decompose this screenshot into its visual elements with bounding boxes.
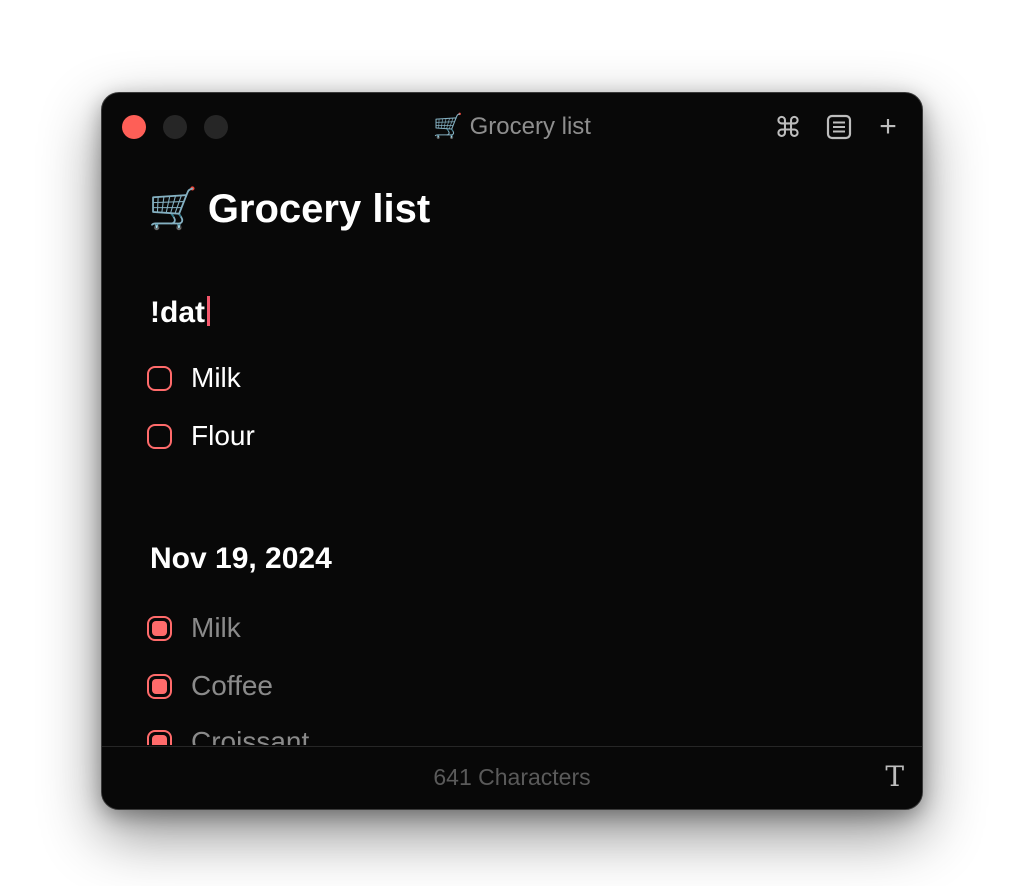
task-item: Coffee (147, 669, 273, 703)
document-title-text: Grocery list (207, 187, 431, 231)
task-label[interactable]: Flour (191, 419, 255, 453)
shopping-cart-icon: 🛒 (148, 186, 198, 232)
section-heading-draft[interactable]: !dat (150, 295, 210, 331)
text-caret (207, 296, 210, 326)
task-item: Flour (147, 419, 255, 453)
title-bar: 🛒 Grocery list ⌘ + (102, 93, 922, 159)
section-heading-date[interactable]: Nov 19, 2024 (150, 541, 332, 577)
status-bar: 641 Characters T (102, 746, 922, 809)
task-item: Milk (147, 611, 241, 645)
add-note-button[interactable]: + (872, 110, 904, 143)
task-label[interactable]: Coffee (191, 669, 273, 703)
list-icon[interactable] (823, 111, 855, 143)
task-checkbox-checked[interactable] (147, 615, 172, 641)
task-item: Croissant (147, 725, 309, 745)
character-count: 641 Characters (433, 764, 591, 790)
task-checkbox-checked[interactable] (147, 729, 172, 745)
command-icon[interactable]: ⌘ (772, 111, 804, 144)
task-checkbox-checked[interactable] (147, 673, 172, 699)
note-editor[interactable]: 🛒 Grocery list !dat Milk Flour Nov 19, 20… (102, 159, 922, 745)
text-format-icon[interactable]: T (885, 761, 904, 793)
task-label[interactable]: Milk (191, 361, 241, 395)
task-checkbox[interactable] (147, 423, 172, 449)
note-window: 🛒 Grocery list ⌘ + 🛒 Grocery list !dat Mi… (101, 92, 923, 810)
task-checkbox[interactable] (147, 365, 172, 391)
checkmark-fill (152, 620, 167, 636)
checkmark-fill (152, 734, 167, 745)
checkmark-fill (152, 678, 167, 694)
task-item: Milk (147, 361, 241, 395)
document-title[interactable]: 🛒 Grocery list (148, 185, 430, 233)
task-label[interactable]: Croissant (191, 725, 309, 745)
task-label[interactable]: Milk (191, 611, 241, 645)
